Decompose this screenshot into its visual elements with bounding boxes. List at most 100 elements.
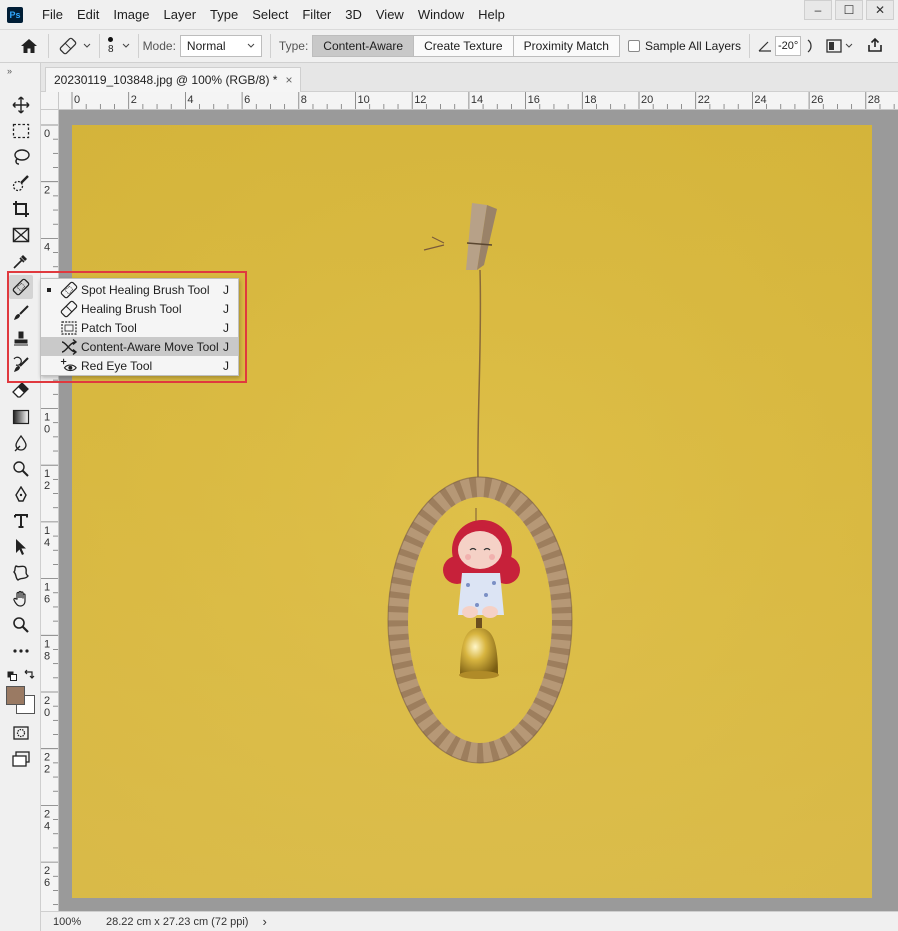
menu-help[interactable]: Help bbox=[471, 7, 512, 22]
pressure-size-icon[interactable] bbox=[806, 39, 814, 53]
move-tool-icon[interactable] bbox=[9, 93, 33, 117]
horizontal-ruler[interactable]: 0 2 4 6 8 10 12 14 16 18 20 22 24 26 28 bbox=[59, 92, 898, 110]
ruler-label: 1 bbox=[44, 412, 50, 424]
type-content-aware-button[interactable]: Content-Aware bbox=[313, 36, 415, 56]
sample-all-layers-checkbox[interactable] bbox=[627, 40, 640, 52]
ruler-label: 1 bbox=[44, 638, 50, 650]
brush-picker[interactable]: 8 bbox=[108, 37, 130, 55]
ruler-label: 2 bbox=[44, 185, 50, 197]
screen-mode-icon[interactable] bbox=[9, 747, 33, 771]
hand-tool-icon[interactable] bbox=[9, 587, 33, 611]
chevron-down-icon bbox=[247, 43, 255, 48]
annotation-highlight-box bbox=[7, 271, 247, 383]
ruler-label: 24 bbox=[754, 94, 766, 106]
zoom-tool-icon[interactable] bbox=[9, 613, 33, 637]
document-image[interactable] bbox=[72, 125, 872, 898]
swap-colors-icon[interactable] bbox=[23, 668, 35, 683]
ruler-label: 2 bbox=[44, 752, 50, 764]
chevron-down-icon bbox=[122, 43, 129, 48]
ruler-label: 0 bbox=[44, 707, 50, 719]
frame-tool-icon[interactable] bbox=[9, 223, 33, 247]
quick-mask-icon[interactable] bbox=[9, 721, 33, 745]
tool-preset-picker[interactable] bbox=[57, 36, 91, 56]
divider bbox=[137, 34, 139, 58]
chevron-down-icon bbox=[845, 43, 853, 48]
close-tab-icon[interactable]: × bbox=[285, 73, 292, 87]
ruler-label: 2 bbox=[131, 94, 137, 106]
menu-image[interactable]: Image bbox=[106, 7, 156, 22]
menu-file[interactable]: File bbox=[35, 7, 70, 22]
menu-edit[interactable]: Edit bbox=[70, 7, 106, 22]
canvas-area[interactable] bbox=[59, 110, 898, 911]
maximize-button[interactable]: ☐ bbox=[835, 0, 863, 20]
document-tab[interactable]: 20230119_103848.jpg @ 100% (RGB/8) * × bbox=[45, 67, 302, 92]
menu-type[interactable]: Type bbox=[203, 7, 245, 22]
mode-value: Normal bbox=[186, 39, 226, 53]
menu-3d[interactable]: 3D bbox=[338, 7, 369, 22]
default-colors-icon[interactable] bbox=[7, 670, 17, 684]
ruler-label: 18 bbox=[584, 94, 596, 106]
eyedropper-tool-icon[interactable] bbox=[9, 249, 33, 273]
zoom-level[interactable]: 100% bbox=[53, 916, 98, 928]
lasso-tool-icon[interactable] bbox=[9, 145, 33, 169]
spot-healing-brush-icon bbox=[59, 37, 77, 55]
ruler-label: 0 bbox=[44, 128, 50, 140]
angle-input[interactable]: -20° bbox=[775, 36, 802, 56]
sample-all-layers-option[interactable]: Sample All Layers bbox=[627, 39, 741, 53]
document-tab-bar: 20230119_103848.jpg @ 100% (RGB/8) * × bbox=[41, 63, 898, 92]
dodge-tool-icon[interactable] bbox=[9, 457, 33, 481]
chevron-down-icon bbox=[83, 43, 91, 48]
status-bar: 100% 28.22 cm x 27.23 cm (72 ppi) › bbox=[41, 911, 898, 931]
brush-size-value: 8 bbox=[108, 44, 114, 55]
type-tool-icon[interactable] bbox=[9, 509, 33, 533]
marquee-tool-icon[interactable] bbox=[9, 119, 33, 143]
brush-tip-icon bbox=[108, 37, 114, 42]
angle-icon bbox=[758, 41, 772, 52]
mode-label: Mode: bbox=[142, 39, 176, 53]
wind-chime-photo bbox=[72, 125, 872, 898]
ruler-label: 20 bbox=[641, 94, 653, 106]
ruler-label: 0 bbox=[74, 94, 80, 106]
blur-tool-icon[interactable] bbox=[9, 431, 33, 455]
ruler-label: 28 bbox=[868, 94, 880, 106]
menu-window[interactable]: Window bbox=[411, 7, 471, 22]
panel-toggle-icon[interactable] bbox=[826, 39, 853, 53]
close-window-button[interactable]: ✕ bbox=[866, 0, 894, 20]
ruler-label: 2 bbox=[44, 865, 50, 877]
divider bbox=[749, 34, 751, 58]
custom-shape-tool-icon[interactable] bbox=[9, 561, 33, 585]
menu-select[interactable]: Select bbox=[245, 7, 295, 22]
tools-panel: » bbox=[0, 63, 41, 931]
ruler-label: 2 bbox=[44, 480, 50, 492]
divider bbox=[48, 34, 49, 58]
document-size-info: 28.22 cm x 27.23 cm (72 ppi) bbox=[106, 915, 249, 928]
type-proximity-match-button[interactable]: Proximity Match bbox=[513, 36, 619, 56]
more-tools-icon[interactable] bbox=[9, 639, 33, 663]
share-icon[interactable] bbox=[867, 37, 883, 56]
divider bbox=[99, 34, 100, 58]
ruler-label: 1 bbox=[44, 525, 50, 537]
panel-collapse-icon[interactable]: » bbox=[7, 66, 12, 76]
ruler-label: 2 bbox=[44, 808, 50, 820]
type-create-texture-button[interactable]: Create Texture bbox=[414, 36, 514, 56]
ruler-origin[interactable] bbox=[41, 92, 59, 110]
minimize-button[interactable]: – bbox=[804, 0, 832, 20]
crop-tool-icon[interactable] bbox=[9, 197, 33, 221]
status-menu-arrow[interactable]: › bbox=[262, 914, 266, 929]
pen-tool-icon[interactable] bbox=[9, 483, 33, 507]
vertical-ruler[interactable]: 02468101214161820222426 bbox=[41, 110, 59, 911]
mode-dropdown[interactable]: Normal bbox=[179, 35, 262, 57]
gradient-tool-icon[interactable] bbox=[9, 405, 33, 429]
home-icon[interactable] bbox=[18, 35, 40, 57]
ruler-label: 6 bbox=[244, 94, 250, 106]
menu-view[interactable]: View bbox=[369, 7, 411, 22]
quick-selection-tool-icon[interactable] bbox=[9, 171, 33, 195]
menu-layer[interactable]: Layer bbox=[157, 7, 204, 22]
ruler-label: 26 bbox=[811, 94, 823, 106]
divider bbox=[269, 34, 271, 58]
foreground-color-swatch[interactable] bbox=[6, 686, 25, 705]
path-selection-tool-icon[interactable] bbox=[9, 535, 33, 559]
photoshop-logo-icon[interactable]: Ps bbox=[7, 6, 23, 23]
menu-filter[interactable]: Filter bbox=[295, 7, 338, 22]
ruler-label: 16 bbox=[528, 94, 540, 106]
